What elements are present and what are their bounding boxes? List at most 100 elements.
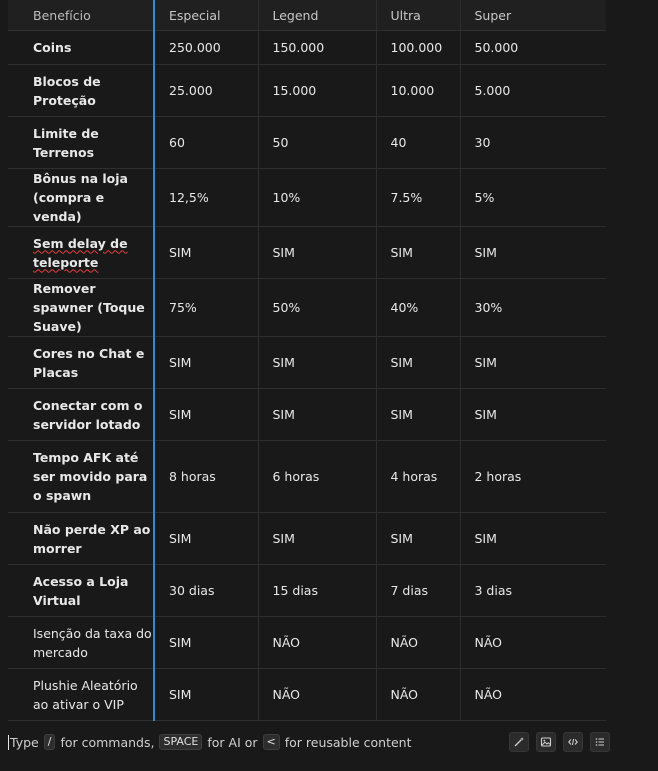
ultra-cell[interactable]: 7 dias bbox=[375, 564, 460, 617]
benefit-cell[interactable]: Plushie Aleatório ao ativar o VIP bbox=[8, 668, 154, 721]
legend-cell[interactable]: SIM bbox=[257, 388, 376, 441]
especial-cell[interactable]: 60 bbox=[153, 116, 258, 169]
benefit-cell[interactable]: Limite de Terrenos bbox=[8, 116, 154, 169]
benefits-table-container: Benefício Especial Legend Ultra Super Co… bbox=[8, 0, 606, 721]
legend-cell[interactable]: 15.000 bbox=[257, 64, 376, 117]
legend-cell[interactable]: 15 dias bbox=[257, 564, 376, 617]
key-lt: < bbox=[262, 734, 280, 750]
super-cell[interactable]: 5% bbox=[459, 168, 606, 227]
header-especial[interactable]: Especial bbox=[153, 0, 258, 31]
text-caret bbox=[8, 734, 9, 750]
legend-cell[interactable]: 6 horas bbox=[257, 440, 376, 513]
ultra-cell[interactable]: 40 bbox=[375, 116, 460, 169]
benefit-cell[interactable]: Sem delay de teleporte bbox=[8, 226, 154, 279]
benefit-cell[interactable]: Acesso a Loja Virtual bbox=[8, 564, 154, 617]
ultra-cell[interactable]: NÃO bbox=[375, 616, 460, 669]
table-row: Sem delay de teleporte SIM SIM SIM SIM bbox=[8, 226, 606, 279]
especial-cell[interactable]: SIM bbox=[153, 336, 258, 389]
code-icon[interactable] bbox=[563, 732, 583, 752]
table-header-row: Benefício Especial Legend Ultra Super bbox=[8, 0, 606, 31]
table-row: Limite de Terrenos 60 50 40 30 bbox=[8, 116, 606, 169]
ultra-cell[interactable]: NÃO bbox=[375, 668, 460, 721]
ultra-cell[interactable]: 40% bbox=[375, 278, 460, 337]
super-cell[interactable]: 3 dias bbox=[459, 564, 606, 617]
header-super[interactable]: Super bbox=[459, 0, 606, 31]
hint-commands: for commands, bbox=[60, 734, 155, 750]
especial-cell[interactable]: SIM bbox=[153, 668, 258, 721]
benefit-cell[interactable]: Coins bbox=[8, 30, 154, 65]
benefit-cell[interactable]: Blocos de Proteção bbox=[8, 64, 154, 117]
ultra-cell[interactable]: 100.000 bbox=[375, 30, 460, 65]
especial-cell[interactable]: 30 dias bbox=[153, 564, 258, 617]
super-cell[interactable]: SIM bbox=[459, 336, 606, 389]
table-row: Remover spawner (Toque Suave) 75% 50% 40… bbox=[8, 278, 606, 337]
legend-cell[interactable]: 50 bbox=[257, 116, 376, 169]
ultra-cell[interactable]: SIM bbox=[375, 336, 460, 389]
header-beneficio[interactable]: Benefício bbox=[8, 0, 154, 31]
legend-cell[interactable]: 50% bbox=[257, 278, 376, 337]
benefit-cell[interactable]: Tempo AFK até ser movido para o spawn bbox=[8, 440, 154, 513]
legend-cell[interactable]: SIM bbox=[257, 226, 376, 279]
super-cell[interactable]: NÃO bbox=[459, 668, 606, 721]
benefit-cell[interactable]: Bônus na loja (compra e venda) bbox=[8, 168, 154, 227]
super-cell[interactable]: 30 bbox=[459, 116, 606, 169]
super-cell[interactable]: 5.000 bbox=[459, 64, 606, 117]
especial-cell[interactable]: 12,5% bbox=[153, 168, 258, 227]
table-row: Coins 250.000 150.000 100.000 50.000 bbox=[8, 30, 606, 65]
benefit-cell[interactable]: Remover spawner (Toque Suave) bbox=[8, 278, 154, 337]
super-cell[interactable]: SIM bbox=[459, 512, 606, 565]
super-cell[interactable]: 50.000 bbox=[459, 30, 606, 65]
image-icon[interactable] bbox=[536, 732, 556, 752]
editor-toolbar bbox=[509, 732, 610, 752]
header-ultra[interactable]: Ultra bbox=[375, 0, 460, 31]
magic-wand-icon[interactable] bbox=[509, 732, 529, 752]
especial-cell[interactable]: 250.000 bbox=[153, 30, 258, 65]
super-cell[interactable]: 2 horas bbox=[459, 440, 606, 513]
table-row: Plushie Aleatório ao ativar o VIP SIM NÃ… bbox=[8, 668, 606, 721]
especial-cell[interactable]: 8 horas bbox=[153, 440, 258, 513]
especial-cell[interactable]: SIM bbox=[153, 226, 258, 279]
benefits-table: Benefício Especial Legend Ultra Super Co… bbox=[8, 0, 606, 721]
table-row: Blocos de Proteção 25.000 15.000 10.000 … bbox=[8, 64, 606, 117]
super-cell[interactable]: SIM bbox=[459, 388, 606, 441]
key-slash: / bbox=[43, 734, 56, 750]
table-row: Acesso a Loja Virtual 30 dias 15 dias 7 … bbox=[8, 564, 606, 617]
especial-cell[interactable]: SIM bbox=[153, 388, 258, 441]
table-row: Isenção da taxa do mercado SIM NÃO NÃO N… bbox=[8, 616, 606, 669]
legend-cell[interactable]: 150.000 bbox=[257, 30, 376, 65]
legend-cell[interactable]: NÃO bbox=[257, 668, 376, 721]
ultra-cell[interactable]: 4 horas bbox=[375, 440, 460, 513]
table-row: Tempo AFK até ser movido para o spawn 8 … bbox=[8, 440, 606, 513]
ultra-cell[interactable]: SIM bbox=[375, 512, 460, 565]
table-row: Conectar com o servidor lotado SIM SIM S… bbox=[8, 388, 606, 441]
legend-cell[interactable]: 10% bbox=[257, 168, 376, 227]
hint-reusable: for reusable content bbox=[284, 734, 412, 750]
benefit-cell[interactable]: Isenção da taxa do mercado bbox=[8, 616, 154, 669]
benefit-cell[interactable]: Conectar com o servidor lotado bbox=[8, 388, 154, 441]
hint-ai: for AI or bbox=[207, 734, 258, 750]
editor-placeholder-line[interactable]: Type / for commands, SPACE for AI or < f… bbox=[8, 732, 610, 752]
key-space: SPACE bbox=[159, 734, 203, 750]
super-cell[interactable]: SIM bbox=[459, 226, 606, 279]
benefit-cell[interactable]: Não perde XP ao morrer bbox=[8, 512, 154, 565]
legend-cell[interactable]: SIM bbox=[257, 336, 376, 389]
table-row: Cores no Chat e Placas SIM SIM SIM SIM bbox=[8, 336, 606, 389]
especial-cell[interactable]: SIM bbox=[153, 616, 258, 669]
super-cell[interactable]: 30% bbox=[459, 278, 606, 337]
ultra-cell[interactable]: 10.000 bbox=[375, 64, 460, 117]
ultra-cell[interactable]: SIM bbox=[375, 388, 460, 441]
ultra-cell[interactable]: SIM bbox=[375, 226, 460, 279]
table-row: Não perde XP ao morrer SIM SIM SIM SIM bbox=[8, 512, 606, 565]
especial-cell[interactable]: 25.000 bbox=[153, 64, 258, 117]
legend-cell[interactable]: SIM bbox=[257, 512, 376, 565]
especial-cell[interactable]: SIM bbox=[153, 512, 258, 565]
header-legend[interactable]: Legend bbox=[257, 0, 376, 31]
table-row: Bônus na loja (compra e venda) 12,5% 10%… bbox=[8, 168, 606, 227]
benefit-cell[interactable]: Cores no Chat e Placas bbox=[8, 336, 154, 389]
especial-cell[interactable]: 75% bbox=[153, 278, 258, 337]
legend-cell[interactable]: NÃO bbox=[257, 616, 376, 669]
ultra-cell[interactable]: 7.5% bbox=[375, 168, 460, 227]
list-icon[interactable] bbox=[590, 732, 610, 752]
hint-type: Type bbox=[10, 734, 39, 750]
super-cell[interactable]: NÃO bbox=[459, 616, 606, 669]
